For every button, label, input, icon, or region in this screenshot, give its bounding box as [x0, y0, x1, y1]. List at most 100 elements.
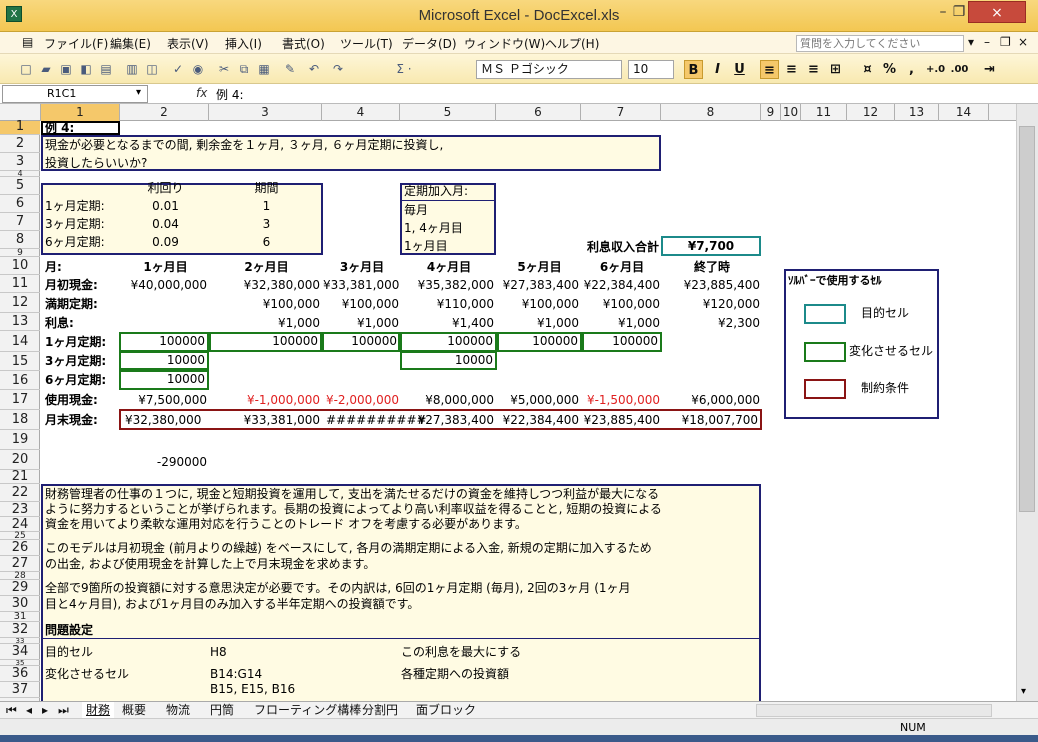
rate-period[interactable]: 1 — [210, 199, 323, 214]
one-month-value[interactable]: 100000 — [401, 334, 493, 349]
menu-tools[interactable]: ツール(T) — [340, 35, 393, 52]
maturity-value[interactable]: ¥110,000 — [401, 297, 494, 312]
cash-used-value[interactable]: ¥7,500,000 — [121, 393, 207, 408]
maturity-value[interactable]: ¥100,000 — [582, 297, 660, 312]
row-header[interactable]: 32 — [0, 622, 40, 638]
interest-value[interactable]: ¥1,400 — [401, 316, 494, 331]
row-header[interactable]: 16 — [0, 371, 40, 390]
row-header[interactable]: 2 — [0, 135, 40, 153]
comma-button[interactable]: , — [902, 60, 921, 79]
menu-window[interactable]: ウィンドウ(W) — [464, 35, 545, 52]
fx-icon[interactable]: fx — [196, 86, 207, 100]
horizontal-scrollbar[interactable] — [756, 704, 992, 717]
row-header[interactable]: 6 — [0, 195, 40, 213]
format-painter-icon[interactable]: ✎ — [282, 61, 298, 77]
menu-edit[interactable]: 編集(E) — [110, 35, 151, 52]
cash-end-value[interactable]: ¥27,383,400 — [401, 413, 494, 428]
tab-prev-icon[interactable]: ◂ — [26, 702, 32, 718]
tab-next-icon[interactable]: ▸ — [42, 702, 48, 718]
scroll-down-icon[interactable]: ▾ — [1021, 686, 1026, 697]
col-header[interactable]: 10 — [781, 104, 801, 121]
cash-used-value[interactable]: ¥6,000,000 — [662, 393, 760, 408]
tab-sheet[interactable]: 分割円 — [362, 702, 398, 718]
cash-start-value[interactable]: ¥40,000,000 — [121, 278, 207, 293]
vertical-scrollbar[interactable]: ▾ — [1016, 104, 1038, 701]
row-header[interactable]: 19 — [0, 430, 40, 450]
maturity-value[interactable]: ¥100,000 — [497, 297, 579, 312]
menu-insert[interactable]: 挿入(I) — [225, 35, 262, 52]
cash-used-value[interactable]: ¥-2,000,000 — [323, 393, 399, 408]
col-header[interactable]: 14 — [939, 104, 989, 121]
row-header[interactable]: 15 — [0, 352, 40, 371]
print-preview-icon[interactable]: ▤ — [98, 61, 114, 77]
cash-start-value[interactable]: ¥27,383,400 — [497, 278, 579, 293]
rate-period[interactable]: 3 — [210, 217, 323, 232]
increase-decimal-icon[interactable]: +.0 — [926, 60, 945, 79]
bold-button[interactable]: B — [684, 60, 703, 79]
menu-view[interactable]: 表示(V) — [167, 35, 209, 52]
col-header[interactable]: 9 — [761, 104, 781, 121]
row-header[interactable]: 34 — [0, 644, 40, 660]
cash-start-value[interactable]: ¥23,885,400 — [662, 278, 760, 293]
percent-button[interactable]: % — [880, 60, 899, 79]
dropdown-icon[interactable]: ▾ — [968, 35, 974, 49]
cash-end-value[interactable]: ¥18,007,700 — [662, 413, 758, 428]
tab-sheet[interactable]: 面ブロック — [416, 702, 476, 718]
rate-period[interactable]: 6 — [210, 235, 323, 250]
col-header[interactable]: 13 — [895, 104, 939, 121]
row-header[interactable]: 11 — [0, 275, 40, 293]
cash-used-value[interactable]: ¥5,000,000 — [497, 393, 579, 408]
menu-data[interactable]: データ(D) — [402, 35, 457, 52]
row-header[interactable]: 27 — [0, 556, 40, 572]
save-icon[interactable]: ▣ — [58, 61, 74, 77]
help-search-input[interactable]: 質問を入力してください — [796, 35, 964, 52]
close-icon[interactable]: × — [968, 1, 1026, 23]
interest-value[interactable]: ¥1,000 — [582, 316, 660, 331]
row-header[interactable]: 18 — [0, 410, 40, 430]
italic-button[interactable]: I — [708, 60, 727, 79]
cash-start-value[interactable]: ¥22,384,400 — [582, 278, 660, 293]
tab-sheet[interactable]: フローティング構棒 — [254, 702, 361, 718]
row-header[interactable]: 17 — [0, 390, 40, 410]
autosum-icon[interactable]: Σ · — [390, 61, 418, 77]
cash-used-value[interactable]: ¥-1,000,000 — [210, 393, 320, 408]
row20-value[interactable]: -290000 — [121, 455, 207, 470]
one-month-value[interactable]: 100000 — [210, 334, 318, 349]
name-box-dropdown-icon[interactable]: ▾ — [136, 87, 141, 98]
row-header[interactable]: 29 — [0, 580, 40, 596]
maturity-value[interactable]: ¥120,000 — [662, 297, 760, 312]
font-name-select[interactable]: ＭＳ Ｐゴシック — [476, 60, 622, 79]
row-header[interactable]: 14 — [0, 331, 40, 352]
cut-icon[interactable]: ✂ — [216, 61, 232, 77]
restore-icon[interactable]: ❐ — [948, 1, 970, 23]
paste-icon[interactable]: ▦ — [256, 61, 272, 77]
one-month-value[interactable]: 100000 — [497, 334, 578, 349]
tab-first-icon[interactable]: ⏮ — [6, 702, 17, 718]
row-header[interactable]: 7 — [0, 213, 40, 231]
menu-format[interactable]: 書式(O) — [282, 35, 325, 52]
print-icon[interactable]: ▥ — [124, 61, 140, 77]
doc-close-icon[interactable]: × — [1018, 35, 1028, 49]
menu-file[interactable]: ファイル(F) — [44, 35, 108, 52]
formula-input[interactable]: 例 4: — [216, 86, 244, 103]
col-header[interactable]: 5 — [400, 104, 496, 121]
one-month-value[interactable]: 100000 — [121, 334, 205, 349]
col-header[interactable]: 12 — [847, 104, 895, 121]
tab-sheet[interactable]: 財務 — [82, 702, 115, 718]
rate-yield[interactable]: 0.04 — [121, 217, 210, 232]
one-month-value[interactable]: 100000 — [582, 334, 658, 349]
font-size-select[interactable]: 10 — [628, 60, 674, 79]
align-center-icon[interactable]: ≡ — [782, 60, 801, 79]
scroll-thumb[interactable] — [1019, 126, 1035, 512]
tab-sheet[interactable]: 概要 — [122, 702, 146, 718]
name-box[interactable]: R1C1 — [2, 85, 148, 103]
align-right-icon[interactable]: ≡ — [804, 60, 823, 79]
cash-start-value[interactable]: ¥32,380,000 — [210, 278, 320, 293]
new-icon[interactable]: □ — [18, 61, 34, 77]
cash-used-value[interactable]: ¥-1,500,000 — [582, 393, 660, 408]
maturity-value[interactable]: ¥100,000 — [210, 297, 320, 312]
worksheet[interactable]: 例 4: 現金が必要となるまでの間, 剰余金を１ヶ月, ３ヶ月, ６ヶ月定期に投… — [41, 121, 1016, 701]
interest-value[interactable]: ¥2,300 — [662, 316, 760, 331]
three-month-value[interactable]: 10000 — [401, 353, 493, 368]
one-month-value[interactable]: 100000 — [323, 334, 397, 349]
